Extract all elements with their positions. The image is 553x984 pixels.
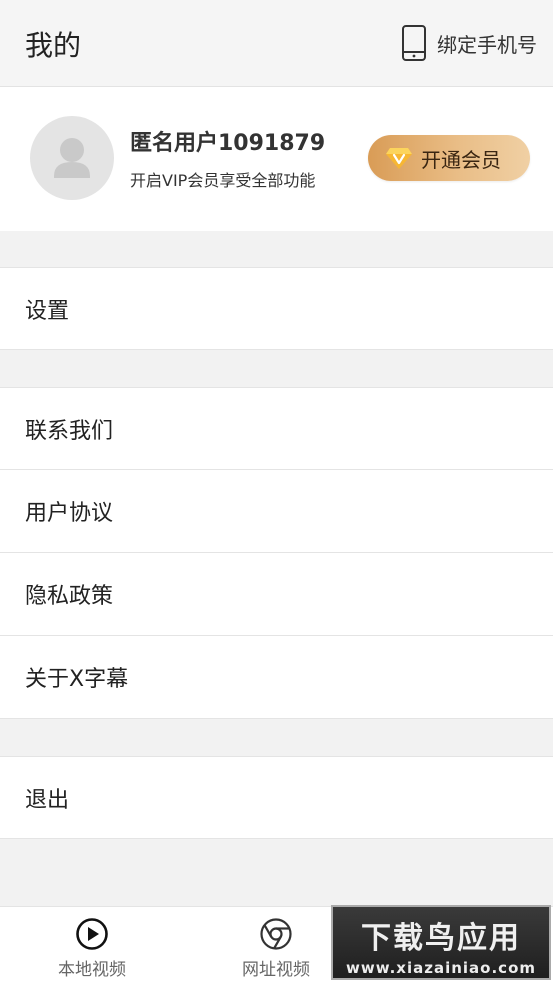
header: 我的 绑定手机号 (0, 0, 553, 87)
menu-group-settings: 设置 (0, 267, 553, 350)
avatar[interactable] (30, 116, 114, 200)
nav-label-url-video: 网址视频 (242, 960, 310, 980)
play-circle-icon (76, 918, 108, 950)
nav-label-local-video: 本地视频 (58, 960, 126, 980)
watermark-url: www.xiazainiao.com (345, 959, 537, 977)
username: 匿名用户1091879 (130, 131, 326, 156)
browser-icon (260, 918, 292, 950)
page-title: 我的 (25, 29, 82, 62)
menu-item-privacy-policy[interactable]: 隐私政策 (0, 553, 553, 636)
profile-card: 匿名用户1091879 开启VIP会员享受全部功能 开通会员 (0, 87, 553, 231)
bind-phone-label: 绑定手机号 (437, 32, 537, 57)
watermark-title: 下载鸟应用 (361, 921, 521, 956)
open-vip-label: 开通会员 (421, 147, 501, 172)
user-placeholder-icon (54, 138, 90, 178)
menu-group-logout: 退出 (0, 756, 553, 839)
vip-promo-text: 开启VIP会员享受全部功能 (130, 171, 316, 190)
watermark-logo: 下载鸟应用 www.xiazainiao.com (331, 905, 551, 980)
menu-item-settings[interactable]: 设置 (0, 267, 553, 350)
nav-tab-url-video[interactable]: 网址视频 (206, 907, 346, 984)
nav-tab-local-video[interactable]: 本地视频 (22, 907, 162, 984)
menu-group-info: 联系我们 用户协议 隐私政策 关于X字幕 (0, 387, 553, 719)
menu-item-user-agreement[interactable]: 用户协议 (0, 470, 553, 553)
diamond-icon (386, 148, 412, 169)
menu-item-about[interactable]: 关于X字幕 (0, 636, 553, 719)
open-vip-button[interactable]: 开通会员 (368, 135, 530, 181)
menu-item-contact-us[interactable]: 联系我们 (0, 387, 553, 470)
bind-phone-button[interactable]: 绑定手机号 (401, 24, 537, 62)
phone-icon (402, 25, 426, 61)
menu-item-logout[interactable]: 退出 (0, 756, 553, 839)
